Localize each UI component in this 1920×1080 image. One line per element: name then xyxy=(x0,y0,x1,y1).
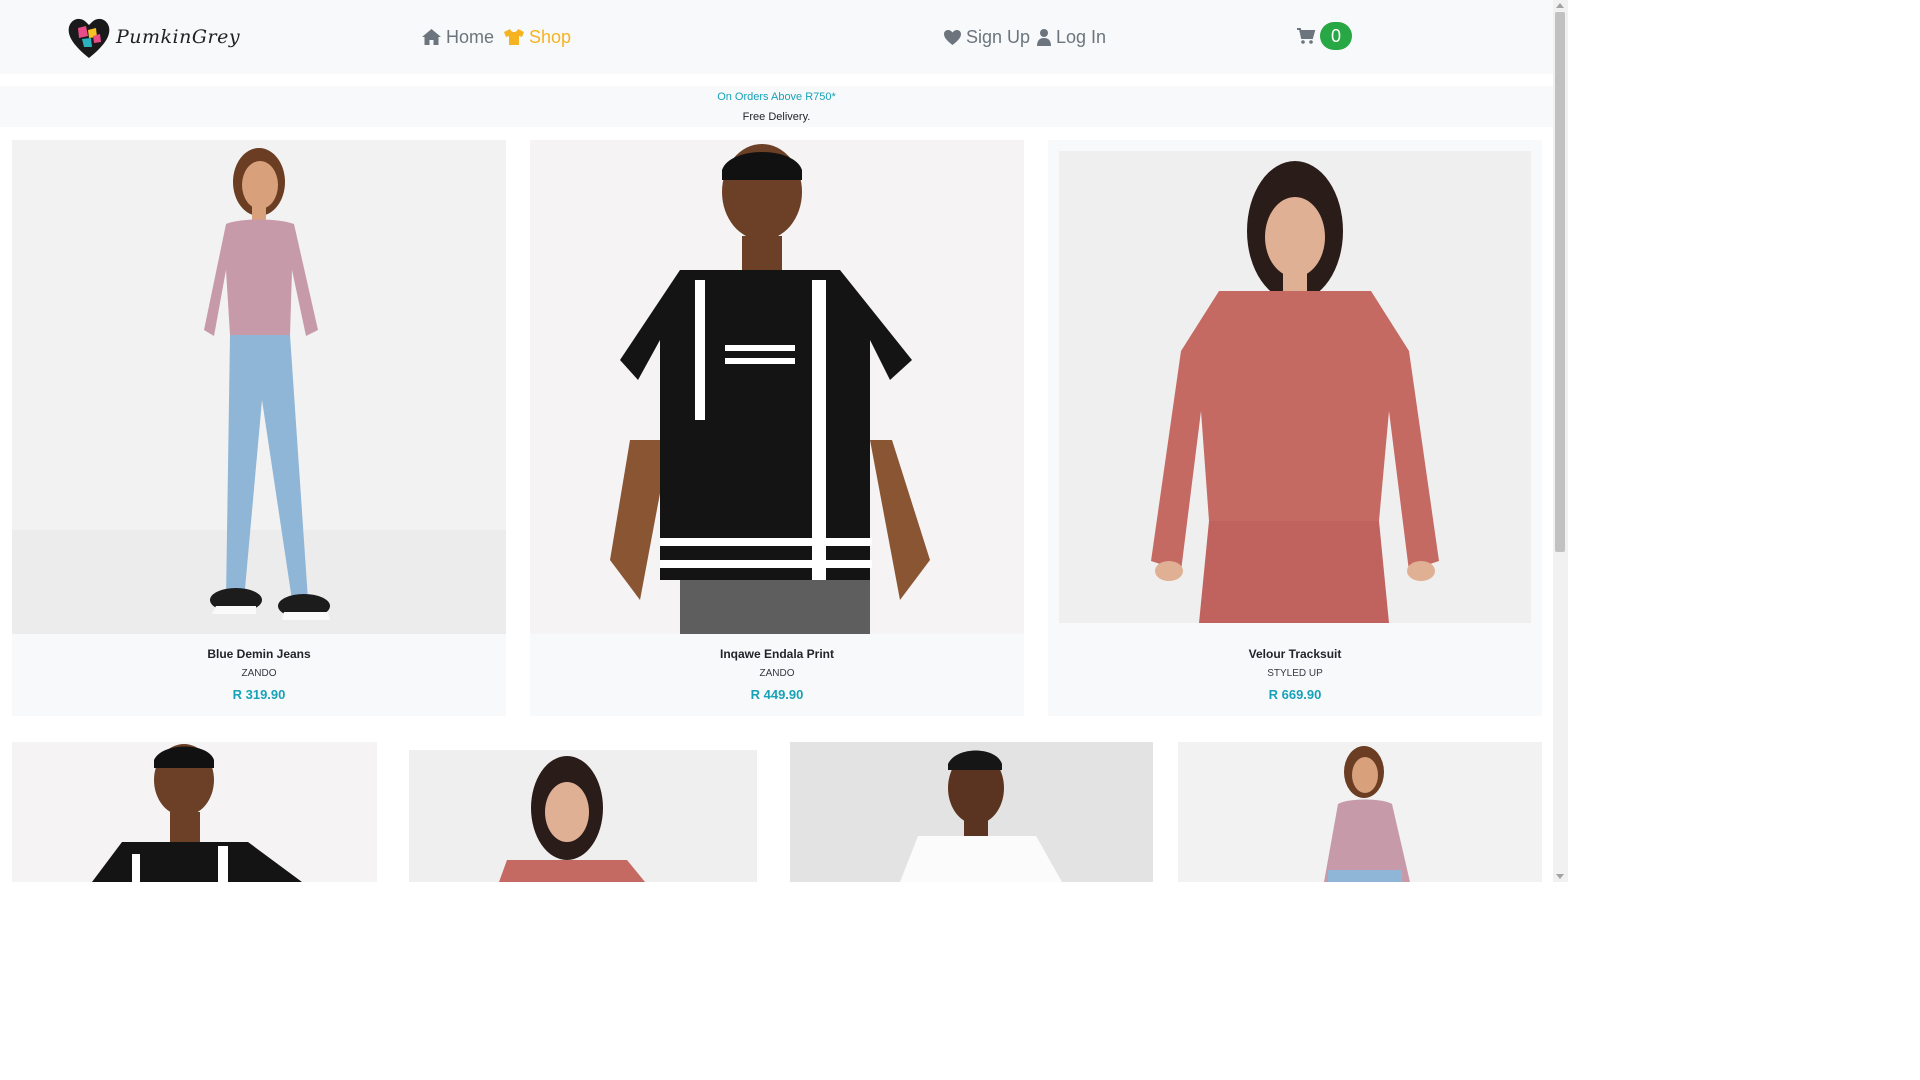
product-image[interactable] xyxy=(790,742,1153,882)
nav-login-label: Log In xyxy=(1056,26,1107,47)
nav-signup-link[interactable]: Sign Up xyxy=(943,24,1030,50)
product-photo-woman-tracksuit xyxy=(1059,151,1531,623)
product-price: R 449.90 xyxy=(750,687,804,702)
product-info: Velour Tracksuit STYLED UP R 669.90 xyxy=(1048,634,1542,716)
product-card[interactable]: Inqawe Endala Print ZANDO R 449.90 xyxy=(530,140,1024,716)
product-card[interactable]: Velour Tracksuit STYLED UP R 669.90 xyxy=(1048,140,1542,716)
product-price: R 669.90 xyxy=(1268,687,1322,702)
promo-banner: On Orders Above R750* Free Delivery. xyxy=(0,86,1553,127)
product-photo-woman-tracksuit xyxy=(409,750,757,882)
product-photo-woman-jeans xyxy=(12,140,506,634)
product-price: R 319.90 xyxy=(232,687,286,702)
product-photo-man-print-shirt xyxy=(530,140,1024,634)
product-brand: STYLED UP xyxy=(1267,668,1323,679)
navbar: PumkinGrey Home Shop Sign Up Log In 0 xyxy=(0,0,1553,74)
product-image[interactable] xyxy=(12,140,506,634)
promo-threshold: On Orders Above R750* xyxy=(717,91,836,103)
nav-home-label: Home xyxy=(446,26,495,47)
nav-shop-label: Shop xyxy=(529,26,572,47)
scroll-down-arrow[interactable] xyxy=(1556,874,1564,879)
product-card[interactable] xyxy=(790,742,1153,882)
product-name[interactable]: Blue Demin Jeans xyxy=(12,647,506,661)
product-image[interactable] xyxy=(1178,742,1542,882)
product-name[interactable]: Velour Tracksuit xyxy=(1048,647,1542,661)
nav-shop-link[interactable]: Shop xyxy=(503,24,571,50)
product-name[interactable]: Inqawe Endala Print xyxy=(530,647,1024,661)
product-image[interactable] xyxy=(1059,151,1531,623)
product-photo-man-white-tee xyxy=(790,742,1153,882)
tshirt-icon xyxy=(504,29,524,45)
heart-logo-icon xyxy=(68,18,110,59)
nav-signup-label: Sign Up xyxy=(966,26,1031,47)
product-card[interactable]: Blue Demin Jeans ZANDO R 319.90 xyxy=(12,140,506,716)
product-info: Inqawe Endala Print ZANDO R 449.90 xyxy=(530,634,1024,716)
home-icon xyxy=(422,29,441,45)
product-brand: ZANDO xyxy=(759,668,795,679)
scroll-up-arrow[interactable] xyxy=(1556,3,1564,8)
scroll-thumb[interactable] xyxy=(1555,12,1565,552)
product-brand: ZANDO xyxy=(241,668,277,679)
shopping-cart-icon xyxy=(1297,28,1316,44)
logo-text: PumkinGrey xyxy=(116,26,241,48)
product-card[interactable] xyxy=(409,750,757,882)
product-photo-man-print-shirt xyxy=(12,742,377,882)
page-scrollbar[interactable] xyxy=(1553,0,1568,882)
cart-button[interactable]: 0 xyxy=(1296,22,1352,50)
product-photo-woman-jeans xyxy=(1178,742,1542,882)
brand-logo[interactable]: PumkinGrey xyxy=(66,14,240,62)
promo-free-delivery: Free Delivery. xyxy=(742,111,811,123)
heart-icon xyxy=(944,29,961,45)
product-image[interactable] xyxy=(12,742,377,882)
product-card[interactable] xyxy=(12,742,377,882)
product-info: Blue Demin Jeans ZANDO R 319.90 xyxy=(12,634,506,716)
user-icon xyxy=(1037,29,1051,46)
nav-home-link[interactable]: Home xyxy=(421,24,494,50)
product-image[interactable] xyxy=(530,140,1024,634)
cart-count-badge: 0 xyxy=(1320,22,1352,50)
product-card[interactable] xyxy=(1178,742,1542,882)
nav-login-link[interactable]: Log In xyxy=(1036,24,1106,50)
product-image[interactable] xyxy=(409,750,757,882)
